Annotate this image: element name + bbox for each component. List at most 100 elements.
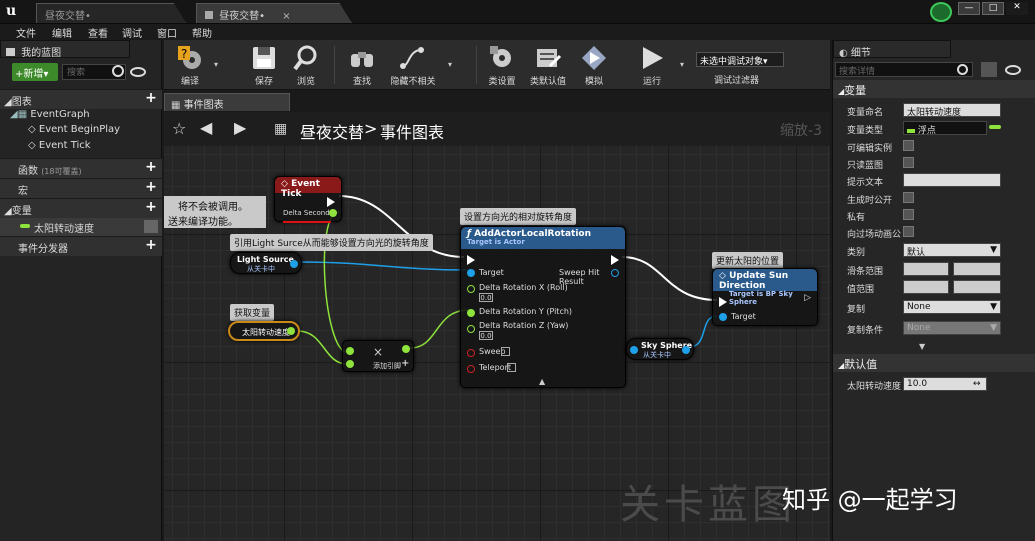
advanced-expand-icon[interactable]: ▼ <box>919 342 925 351</box>
play-button[interactable]: 运行 <box>630 42 674 88</box>
tooltip-input[interactable] <box>903 173 1001 187</box>
spawn-checkbox[interactable] <box>903 192 914 203</box>
variables-section[interactable]: ◢变量 + <box>0 198 162 218</box>
single-type-icon[interactable] <box>989 125 1001 129</box>
float-in-pin[interactable] <box>346 360 354 368</box>
event-beginplay-item[interactable]: ◇ Event BeginPlay <box>28 124 120 135</box>
slider-max-input[interactable] <box>953 262 1001 276</box>
add-new-button[interactable]: +新增▾ <box>12 63 58 81</box>
sweep-pin[interactable] <box>467 349 475 357</box>
exec-in-pin[interactable] <box>467 255 475 265</box>
menu-window[interactable]: 窗口 <box>157 25 177 40</box>
debug-object-select[interactable]: 未选中调试对象▾ <box>696 52 784 67</box>
menu-debug[interactable]: 调试 <box>122 25 142 40</box>
maximize-button[interactable]: □ <box>982 2 1004 15</box>
details-tab[interactable]: ◐ 细节 <box>833 40 951 59</box>
compile-dropdown-icon[interactable]: ▾ <box>214 60 218 69</box>
sweep-hit-pin[interactable] <box>611 269 619 277</box>
graphs-section[interactable]: ◢图表 + <box>0 89 162 109</box>
value-max-input[interactable] <box>953 280 1001 294</box>
add-dispatcher-button[interactable]: + <box>144 238 158 253</box>
float-out-pin[interactable] <box>402 345 410 353</box>
private-checkbox[interactable] <box>903 209 914 220</box>
float-in-pin[interactable] <box>346 347 354 355</box>
target-pin[interactable] <box>467 269 475 277</box>
update-sun-direction-node[interactable]: ◇ Update Sun Direction Target is BP Sky … <box>712 268 818 326</box>
expand-arrow-icon[interactable]: ▲ <box>539 377 545 386</box>
menu-file[interactable]: 文件 <box>16 25 36 40</box>
light-source-node[interactable]: Light Source 从关卡中 <box>230 252 302 274</box>
object-out-pin[interactable] <box>682 346 690 354</box>
readonly-checkbox[interactable] <box>903 157 914 168</box>
close-icon[interactable]: × <box>282 11 290 22</box>
macros-section[interactable]: 宏 + <box>0 178 162 198</box>
replication-select[interactable]: None ▼ <box>903 300 1001 314</box>
eye-icon[interactable] <box>1005 65 1021 75</box>
editable-checkbox[interactable] <box>903 140 914 151</box>
sun-speed-variable-node[interactable]: 太阳转动速度 <box>228 321 300 341</box>
browse-button[interactable]: 浏览 <box>284 42 328 88</box>
add-graph-button[interactable]: + <box>144 91 158 106</box>
exec-out-pin[interactable]: ▷ <box>804 293 811 303</box>
drag-arrows-icon[interactable]: ↔ <box>973 379 981 389</box>
cinematic-checkbox[interactable] <box>903 226 914 237</box>
menu-view[interactable]: 查看 <box>88 25 108 40</box>
slider-min-input[interactable] <box>903 262 949 276</box>
object-out-pin[interactable] <box>290 260 298 268</box>
exec-in-pin[interactable] <box>719 297 727 307</box>
repcond-select[interactable]: None ▼ <box>903 321 1001 335</box>
float-out-pin[interactable] <box>287 327 295 335</box>
exec-out-pin[interactable] <box>327 197 335 207</box>
hide-unrelated-button[interactable]: 隐藏不相关 <box>386 42 440 88</box>
roll-pin[interactable] <box>467 285 475 293</box>
simulate-button[interactable]: 模拟 <box>572 42 616 88</box>
target-pin[interactable] <box>719 313 727 321</box>
variable-section-header[interactable]: ◢变量 <box>833 80 1035 98</box>
source-control-icon[interactable] <box>930 2 952 22</box>
variable-item[interactable]: 太阳转动速度 <box>0 218 162 236</box>
find-button[interactable]: 查找 <box>340 42 384 88</box>
object-in-pin[interactable] <box>630 346 638 354</box>
sky-sphere-node[interactable]: Sky Sphere 从关卡中 <box>626 338 694 360</box>
my-blueprint-tab[interactable]: 我的蓝图 <box>0 40 130 59</box>
category-select[interactable]: 默认 ▼ <box>903 243 1001 258</box>
event-tick-item[interactable]: ◇ Event Tick <box>28 140 91 151</box>
var-name-input[interactable]: 太阳转动速度 <box>903 103 1001 118</box>
graph-canvas[interactable]: ☆ ◀ ▶ ▦ 昼夜交替 > 事件图表 缩放-3 将不会被调用。 送来编译功能。… <box>164 112 830 541</box>
tab-blueprint[interactable]: 昼夜交替• × <box>196 3 352 23</box>
delta-seconds-pin[interactable] <box>329 209 337 217</box>
exec-out-pin[interactable] <box>611 255 619 265</box>
class-defaults-button[interactable]: 类默认值 <box>526 42 570 88</box>
add-variable-button[interactable]: + <box>144 200 158 215</box>
eye-icon[interactable] <box>130 67 146 77</box>
add-actor-local-rotation-node[interactable]: ƒ AddActorLocalRotation Target is Actor … <box>460 226 626 388</box>
save-button[interactable]: 保存 <box>242 42 286 88</box>
compile-button[interactable]: ? 编译 <box>168 42 212 88</box>
yaw-pin[interactable] <box>467 325 475 333</box>
dispatchers-section[interactable]: 事件分发器 + <box>0 236 162 256</box>
tab-event-graph[interactable]: ▦ 事件图表 <box>164 93 290 111</box>
default-section-header[interactable]: ◢默认值 <box>833 354 1035 372</box>
event-tick-node[interactable]: ◇ Event Tick Delta Seconds <box>274 176 342 223</box>
add-pin-icon[interactable]: + <box>401 358 409 369</box>
grid-view-icon[interactable] <box>981 62 997 77</box>
minimize-button[interactable]: — <box>958 2 980 15</box>
tab-level-blueprint[interactable]: 昼夜交替• <box>36 3 186 23</box>
roll-input[interactable]: 0.0 <box>479 293 493 302</box>
functions-section[interactable]: 函数 (18可覆盖) + <box>0 158 162 178</box>
play-dropdown-icon[interactable]: ▾ <box>680 60 684 69</box>
value-min-input[interactable] <box>903 280 949 294</box>
teleport-pin[interactable] <box>467 365 475 373</box>
menu-help[interactable]: 帮助 <box>192 25 212 40</box>
add-macro-button[interactable]: + <box>144 180 158 195</box>
yaw-input[interactable]: 0.0 <box>479 331 493 340</box>
sweep-checkbox[interactable] <box>501 347 510 356</box>
class-settings-button[interactable]: 类设置 <box>480 42 524 88</box>
teleport-checkbox[interactable] <box>507 363 516 372</box>
menu-edit[interactable]: 编辑 <box>52 25 72 40</box>
eye-visibility-icon[interactable] <box>144 220 158 233</box>
close-button[interactable]: ✕ <box>1006 2 1028 15</box>
var-type-select[interactable]: 浮点 <box>903 121 987 136</box>
hide-dropdown-icon[interactable]: ▾ <box>448 60 452 69</box>
event-graph-item[interactable]: ◢▦ EventGraph <box>10 109 90 120</box>
